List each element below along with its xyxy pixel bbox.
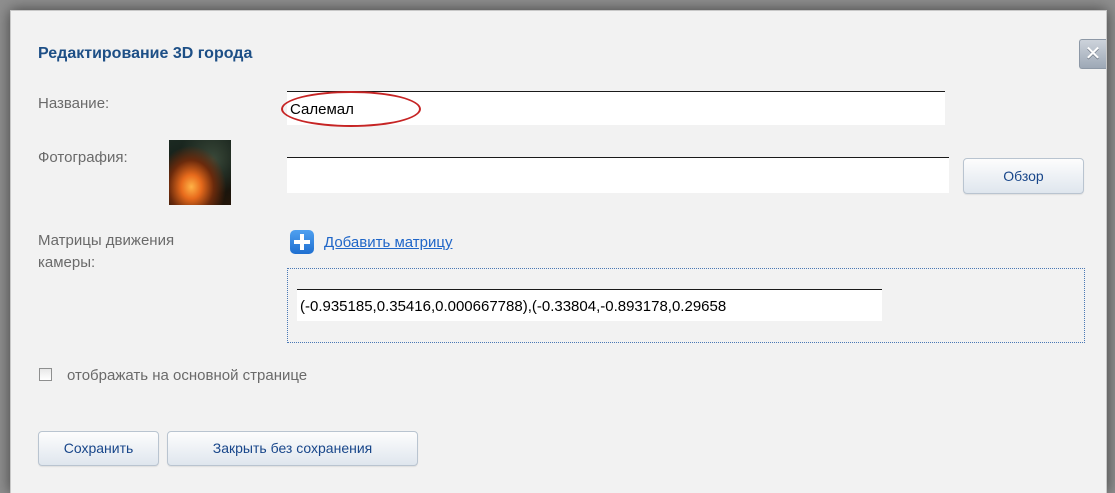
close-icon: ✕ [1084, 43, 1102, 65]
save-button[interactable]: Сохранить [38, 431, 159, 466]
photo-thumbnail [169, 140, 231, 205]
close-button[interactable]: ✕ [1079, 39, 1106, 69]
photo-label: Фотография: [38, 149, 128, 166]
name-input[interactable] [287, 91, 945, 125]
add-matrix-link[interactable]: Добавить матрицу [290, 228, 452, 256]
plus-icon [290, 230, 314, 254]
matrices-label-line2: камеры: [38, 254, 96, 271]
close-without-saving-button[interactable]: Закрыть без сохранения [167, 431, 418, 466]
name-label: Название: [38, 95, 110, 112]
edit-3d-city-dialog: Редактирование 3D города ✕ Название: Фот… [10, 10, 1107, 493]
dialog-title: Редактирование 3D города [38, 45, 253, 62]
browse-button[interactable]: Обзор [963, 158, 1084, 194]
matrices-container [287, 268, 1085, 343]
add-matrix-label: Добавить матрицу [324, 233, 453, 251]
matrices-label-line1: Матрицы движения [38, 232, 175, 249]
show-on-main-label: отображать на основной странице [67, 367, 308, 384]
matrix-input[interactable] [297, 289, 882, 321]
photo-file-input[interactable] [287, 157, 949, 193]
show-on-main-checkbox[interactable] [39, 368, 52, 381]
